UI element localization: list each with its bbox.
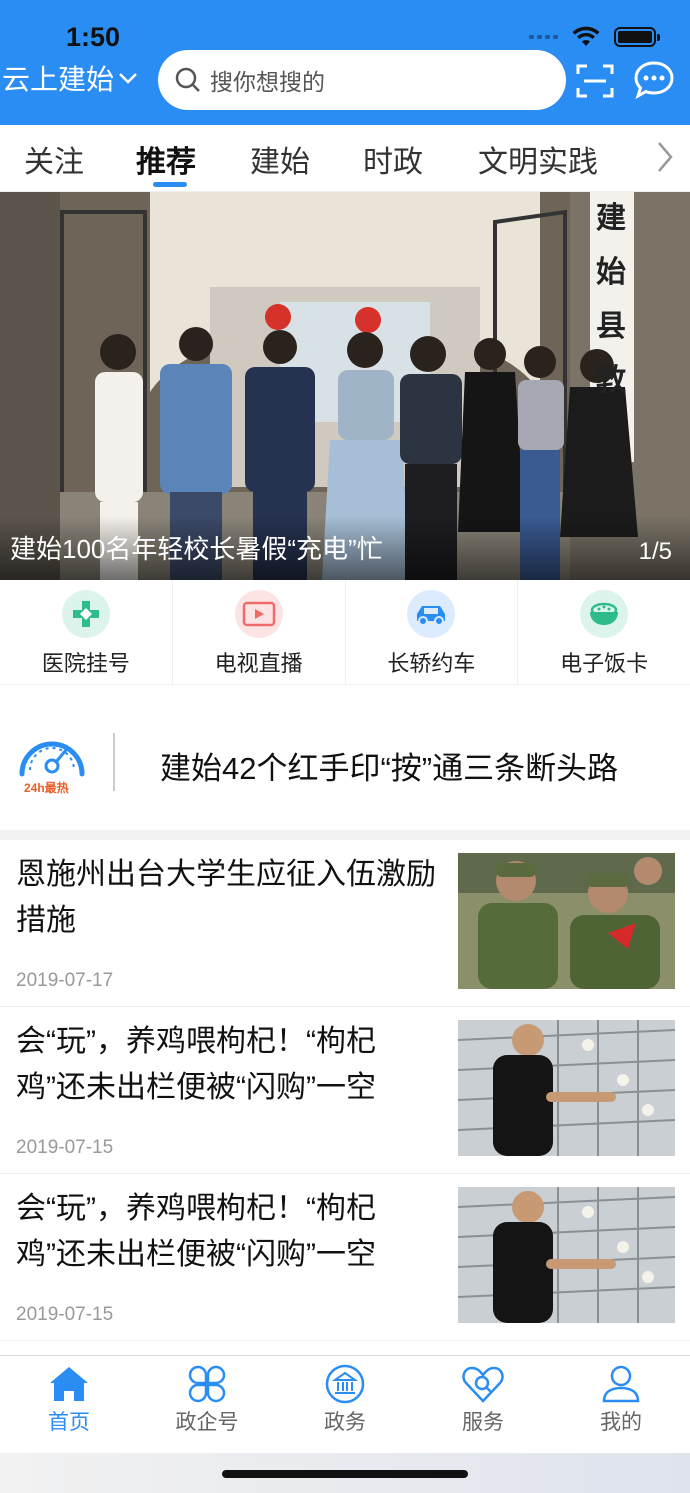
banner-caption: 建始100名年轻校长暑假“充电”忙 [10, 534, 383, 564]
service-label: 电子饭卡 [560, 651, 649, 676]
hot-news-title: 建始42个红手印“按”通三条断头路 [160, 751, 619, 786]
nav-label: 政务 [324, 1411, 366, 1434]
nav-label: 服务 [462, 1411, 504, 1434]
search-box[interactable]: 搜你想搜的 [158, 50, 566, 110]
wifi-icon [572, 26, 600, 46]
news-date: 2019-07-15 [16, 1137, 114, 1158]
search-placeholder: 搜你想搜的 [210, 69, 325, 95]
hospital-icon [61, 590, 110, 638]
news-date: 2019-07-15 [16, 1304, 114, 1325]
news-thumbnail [458, 853, 675, 989]
tab-recommend[interactable]: 推荐 [136, 137, 196, 181]
nav-label: 首页 [48, 1411, 90, 1434]
hot-news-bar[interactable]: 24h最热 建始42个红手印“按”通三条断头路 [0, 685, 690, 830]
tab-follow[interactable]: 关注 [24, 137, 84, 181]
nav-me[interactable]: 我的 [552, 1356, 690, 1453]
bottom-nav: 首页 政企号 政务 服务 我的 [0, 1355, 690, 1453]
grid-icon [188, 1365, 226, 1403]
search-icon [175, 67, 200, 92]
tv-live-icon [234, 590, 283, 638]
chevron-right-icon[interactable] [655, 140, 675, 174]
channel-tabs: 关注 推荐 建始 时政 文明实践 [0, 125, 690, 192]
tab-jianshi[interactable]: 建始 [250, 137, 310, 181]
nav-label: 我的 [600, 1411, 642, 1434]
quick-services: 医院挂号 电视直播 长轿约车 电子饭卡 [0, 580, 690, 685]
city-name: 云上建始 [2, 64, 115, 95]
service-car-booking[interactable]: 长轿约车 [346, 580, 519, 684]
news-item[interactable]: 会“玩”，养鸡喂枸杞！“枸杞鸡”还未出栏便被“闪购”一空 2019-07-15 [0, 1007, 690, 1174]
banner-carousel[interactable]: 建始100名年轻校长暑假“充电”忙 1/5 建始县教 [0, 192, 690, 580]
active-tab-indicator [153, 182, 187, 187]
tab-civilization[interactable]: 文明实践 [478, 137, 598, 181]
news-item[interactable]: 恩施州出台大学生应征入伍激励措施 2019-07-17 [0, 840, 690, 1007]
news-title: 会“玩”，养鸡喂枸杞！“枸杞鸡”还未出栏便被“闪购”一空 [16, 1192, 376, 1271]
section-gap [0, 830, 690, 840]
scan-icon[interactable] [575, 62, 615, 100]
app-header: 1:50 云上建始 搜你想搜的 [0, 0, 690, 125]
news-title: 恩施州出台大学生应征入伍激励措施 [16, 858, 436, 937]
service-label: 电视直播 [214, 651, 303, 676]
banner-page-counter: 1/5 [638, 538, 672, 565]
government-icon [325, 1364, 365, 1404]
news-title: 会“玩”，养鸡喂枸杞！“枸杞鸡”还未出栏便被“闪购”一空 [16, 1025, 376, 1104]
car-icon [407, 590, 456, 638]
home-indicator-area [0, 1453, 690, 1493]
news-date: 2019-07-17 [16, 970, 114, 991]
news-thumbnail [458, 1020, 675, 1156]
home-indicator[interactable] [222, 1470, 468, 1478]
service-label: 医院挂号 [41, 651, 130, 676]
status-icons [529, 26, 660, 48]
tab-politics[interactable]: 时政 [363, 137, 423, 181]
service-meal-card[interactable]: 电子饭卡 [518, 580, 690, 684]
nav-service[interactable]: 服务 [414, 1356, 552, 1453]
meal-card-icon [580, 590, 629, 638]
chevron-down-icon [119, 73, 137, 84]
service-heart-icon [462, 1366, 504, 1403]
service-label: 长轿约车 [387, 651, 476, 676]
news-item[interactable]: 会“玩”，养鸡喂枸杞！“枸杞鸡”还未出栏便被“闪购”一空 2019-07-15 [0, 1174, 690, 1341]
service-tv-live[interactable]: 电视直播 [173, 580, 346, 684]
hot-badge-text: 24h最热 [24, 781, 69, 795]
cellular-signal-icon [529, 35, 558, 39]
battery-icon [614, 27, 660, 47]
message-icon[interactable] [633, 60, 675, 100]
news-thumbnail [458, 1187, 675, 1323]
nav-enterprise[interactable]: 政企号 [138, 1356, 276, 1453]
banner-sign-text: 建始县教 [596, 202, 626, 397]
nav-government[interactable]: 政务 [276, 1356, 414, 1453]
user-icon [602, 1365, 640, 1403]
divider [113, 733, 115, 791]
service-hospital-registration[interactable]: 医院挂号 [0, 580, 173, 684]
nav-home[interactable]: 首页 [0, 1356, 138, 1453]
nav-label: 政企号 [175, 1411, 239, 1434]
city-selector[interactable]: 云上建始 [2, 58, 138, 98]
status-time: 1:50 [66, 22, 121, 52]
home-icon [50, 1367, 88, 1401]
